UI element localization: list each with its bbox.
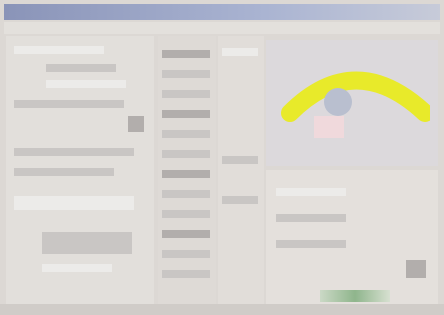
left-panel [6, 36, 154, 304]
field-row[interactable] [276, 240, 346, 248]
dial-graphic [324, 88, 352, 116]
field-row[interactable] [14, 168, 114, 176]
detail-row [222, 48, 258, 56]
detail-row [222, 196, 258, 204]
field-row[interactable] [46, 80, 126, 88]
title-bar [4, 4, 440, 20]
status-indicator [320, 290, 390, 302]
list-item[interactable] [162, 250, 210, 258]
list-item[interactable] [162, 90, 210, 98]
group-box [42, 232, 132, 254]
field-row[interactable] [276, 214, 346, 222]
field-row[interactable] [42, 264, 112, 272]
list-item[interactable] [162, 110, 210, 118]
list-item[interactable] [162, 170, 210, 178]
marker-graphic [314, 116, 344, 138]
list-item[interactable] [162, 70, 210, 78]
list-item[interactable] [162, 230, 210, 238]
field-row[interactable] [14, 46, 104, 54]
list-item[interactable] [162, 130, 210, 138]
lower-right-panel [266, 170, 438, 310]
detail-panel [218, 36, 264, 304]
app-window [0, 0, 444, 315]
field-row[interactable] [276, 188, 346, 196]
status-bar [0, 304, 444, 315]
list-item[interactable] [162, 150, 210, 158]
field-row[interactable] [46, 64, 116, 72]
yellow-arc-graphic [281, 71, 430, 122]
list-item[interactable] [162, 190, 210, 198]
list-item[interactable] [162, 50, 210, 58]
toggle-button[interactable] [128, 116, 144, 132]
menu-bar [4, 22, 440, 34]
preview-panel [266, 40, 438, 166]
field-row[interactable] [14, 100, 124, 108]
list-item[interactable] [162, 210, 210, 218]
group-box [14, 196, 134, 210]
detail-row [222, 156, 258, 164]
list-item[interactable] [162, 270, 210, 278]
field-row[interactable] [14, 148, 134, 156]
list-panel [158, 36, 216, 304]
action-button[interactable] [406, 260, 426, 278]
